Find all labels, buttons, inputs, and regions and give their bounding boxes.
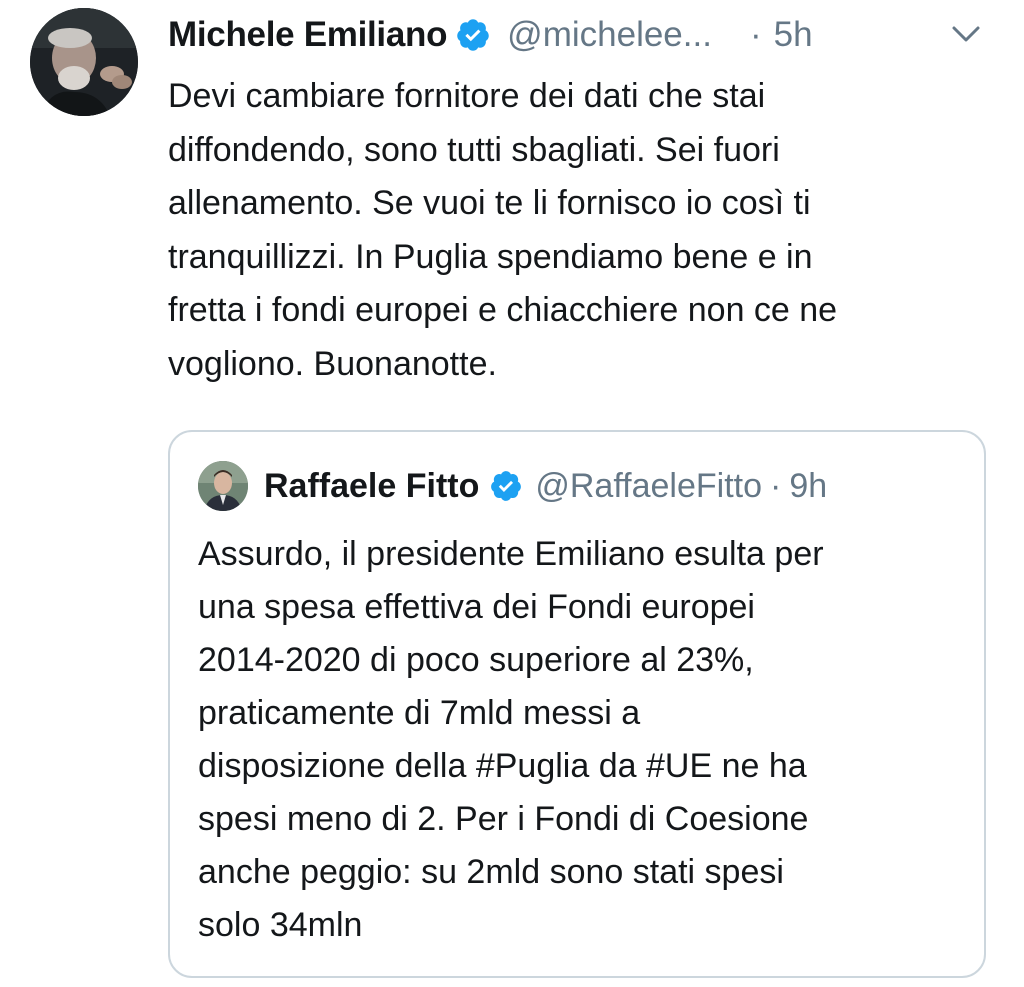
tweet-text: Devi cambiare fornitore dei dati che sta…	[168, 77, 838, 383]
quoted-avatar-image	[198, 461, 248, 511]
quoted-verified-badge-icon	[491, 471, 522, 501]
quoted-tweet-header: Raffaele Fitto @RaffaeleFitto · 9h	[264, 458, 827, 514]
tweet-timestamp[interactable]: 5h	[774, 15, 813, 55]
author-avatar[interactable]	[30, 8, 138, 116]
author-handle[interactable]: @michelee...	[507, 15, 712, 55]
avatar-image	[30, 8, 138, 116]
verified-badge-icon	[457, 19, 489, 51]
author-name[interactable]: Michele Emiliano	[168, 15, 447, 55]
tweet-header: Michele Emiliano @michelee... · 5h	[168, 6, 1024, 64]
quoted-author-name: Raffaele Fitto	[264, 466, 480, 505]
chevron-down-icon[interactable]	[948, 18, 984, 48]
quoted-author-handle: @RaffaeleFitto	[535, 466, 763, 505]
header-separator: ·	[749, 15, 762, 54]
quoted-tweet-timestamp: 9h	[789, 466, 828, 505]
quoted-tweet-text: Assurdo, il presidente Emiliano esulta p…	[198, 535, 824, 944]
quoted-tweet-card[interactable]: Raffaele Fitto @RaffaeleFitto · 9h Assur…	[168, 430, 986, 978]
quoted-header-separator: ·	[770, 466, 782, 505]
quoted-author-avatar	[198, 461, 248, 511]
